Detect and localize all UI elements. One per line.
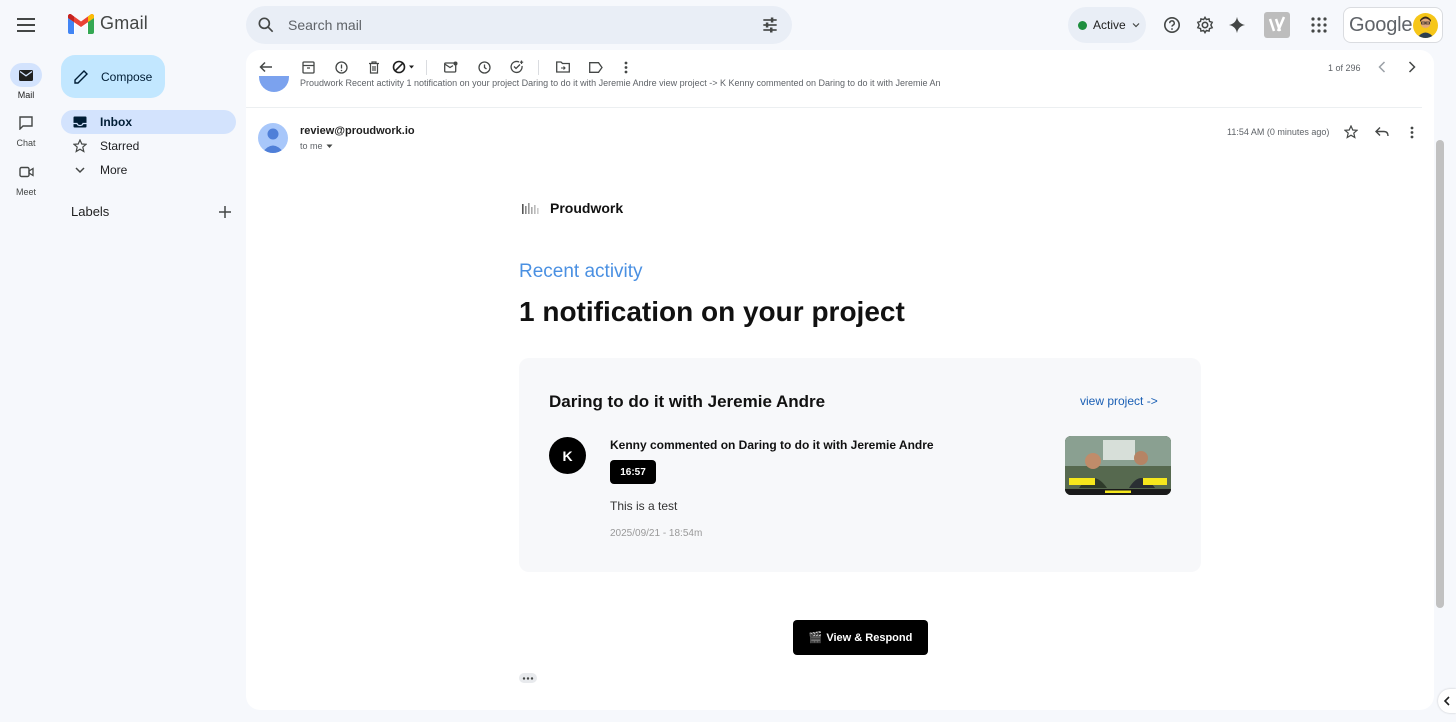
sender-email[interactable]: review@proudwork.io bbox=[300, 125, 415, 137]
sidebar-item-inbox[interactable]: Inbox bbox=[61, 110, 236, 134]
proudwork-logo-icon bbox=[522, 203, 539, 214]
archive-icon[interactable] bbox=[300, 59, 316, 75]
status-dot bbox=[1078, 20, 1087, 30]
chevron-down-icon bbox=[75, 167, 85, 174]
gmail-m-icon bbox=[68, 13, 94, 34]
status-selector[interactable]: Active bbox=[1068, 7, 1146, 43]
section-label: Recent activity bbox=[519, 261, 643, 282]
recipient-details[interactable]: to me bbox=[300, 141, 333, 151]
brand-name: Proudwork bbox=[550, 200, 624, 216]
sidebar-item-label: Inbox bbox=[100, 115, 132, 129]
search-bar bbox=[246, 6, 792, 44]
collapsed-message-avatar bbox=[259, 76, 289, 92]
chat-icon bbox=[10, 111, 42, 135]
newer-chevron-icon[interactable] bbox=[1374, 59, 1390, 75]
report-spam-icon[interactable] bbox=[333, 59, 349, 75]
star-message-icon[interactable] bbox=[1342, 123, 1360, 141]
sidebar-item-starred[interactable]: Starred bbox=[61, 134, 236, 158]
apps-grid-icon[interactable] bbox=[1307, 13, 1331, 37]
rail-item-chat[interactable]: Chat bbox=[0, 111, 52, 148]
top-bar: Gmail Active Google bbox=[0, 0, 1456, 50]
email-brand-header: Proudwork bbox=[522, 200, 623, 216]
star-icon bbox=[73, 139, 87, 153]
sidebar-item-label: More bbox=[100, 163, 128, 177]
comment-heading: Kenny commented on Daring to do it with … bbox=[610, 438, 934, 452]
labels-title: Labels bbox=[71, 204, 110, 219]
status-label: Active bbox=[1093, 18, 1126, 32]
rail-item-meet[interactable]: Meet bbox=[0, 160, 52, 197]
scrollbar[interactable] bbox=[1436, 140, 1444, 608]
video-thumbnail[interactable] bbox=[1065, 436, 1171, 495]
collapsed-message-preview[interactable]: Proudwork Recent activity 1 notification… bbox=[300, 78, 1420, 89]
main-menu-icon[interactable] bbox=[10, 9, 42, 41]
extension-logo-icon[interactable] bbox=[1263, 11, 1291, 39]
block-menu-icon[interactable] bbox=[391, 59, 417, 75]
activity-card: Daring to do it with Jeremie Andre view … bbox=[519, 358, 1201, 572]
cta-label: View & Respond bbox=[826, 631, 913, 644]
clapperboard-icon: 🎬 bbox=[808, 632, 823, 644]
show-trimmed-content-icon[interactable] bbox=[519, 673, 537, 683]
mark-unread-icon[interactable] bbox=[443, 59, 459, 75]
google-account-button[interactable]: Google bbox=[1343, 7, 1443, 43]
commenter-avatar: K bbox=[549, 437, 586, 474]
search-icon[interactable] bbox=[256, 15, 276, 35]
google-wordmark: Google bbox=[1349, 13, 1413, 36]
reply-icon[interactable] bbox=[1373, 123, 1391, 141]
help-icon[interactable] bbox=[1160, 13, 1184, 37]
gemini-sparkle-icon[interactable] bbox=[1225, 13, 1249, 37]
recipient-label: to me bbox=[300, 141, 323, 151]
compose-button[interactable]: Compose bbox=[61, 55, 165, 98]
message-view: 1 of 296 Proudwork Recent activity 1 not… bbox=[246, 50, 1434, 710]
gmail-wordmark: Gmail bbox=[100, 13, 149, 33]
message-divider bbox=[246, 107, 1422, 108]
snooze-clock-icon[interactable] bbox=[476, 59, 492, 75]
compose-label: Compose bbox=[101, 69, 153, 84]
user-avatar bbox=[1413, 13, 1438, 38]
sender-avatar[interactable] bbox=[258, 123, 288, 153]
comment-date: 2025/09/21 - 18:54m bbox=[610, 528, 703, 539]
rail-item-label: Chat bbox=[16, 138, 36, 148]
chevron-down-icon bbox=[1132, 23, 1140, 28]
move-to-folder-icon[interactable] bbox=[555, 59, 571, 75]
sidebar-item-more[interactable]: More bbox=[61, 158, 236, 182]
add-label-icon[interactable] bbox=[219, 205, 231, 218]
pagination-count: 1 of 296 bbox=[1328, 63, 1361, 73]
pencil-icon bbox=[74, 69, 88, 84]
project-title: Daring to do it with Jeremie Andre bbox=[549, 392, 826, 411]
label-tag-icon[interactable] bbox=[588, 59, 604, 75]
sidebar-item-label: Starred bbox=[100, 139, 140, 153]
view-project-link[interactable]: view project -> bbox=[1080, 394, 1158, 408]
rail-item-label: Mail bbox=[17, 90, 35, 100]
inbox-icon bbox=[73, 116, 87, 128]
email-headline: 1 notification on your project bbox=[519, 296, 905, 327]
message-more-icon[interactable] bbox=[1403, 123, 1421, 141]
search-options-icon[interactable] bbox=[760, 15, 780, 35]
rail-item-label: Meet bbox=[15, 187, 36, 197]
search-input[interactable] bbox=[288, 17, 760, 33]
older-chevron-icon[interactable] bbox=[1404, 59, 1420, 75]
settings-gear-icon[interactable] bbox=[1193, 13, 1217, 37]
delete-trash-icon[interactable] bbox=[366, 59, 382, 75]
back-arrow-icon[interactable] bbox=[258, 59, 274, 75]
labels-header: Labels bbox=[71, 204, 231, 219]
view-respond-button[interactable]: 🎬 View & Respond bbox=[793, 620, 928, 655]
mail-icon bbox=[10, 63, 42, 87]
side-panel-toggle-icon[interactable] bbox=[1438, 689, 1456, 713]
more-options-icon[interactable] bbox=[618, 59, 634, 75]
caret-down-icon bbox=[326, 144, 333, 148]
gmail-logo[interactable]: Gmail bbox=[68, 13, 148, 34]
video-timestamp-badge[interactable]: 16:57 bbox=[610, 460, 656, 484]
toolbar-divider bbox=[426, 60, 427, 75]
comment-text: This is a test bbox=[610, 499, 678, 513]
add-task-icon[interactable] bbox=[509, 59, 525, 75]
message-timestamp: 11:54 AM (0 minutes ago) bbox=[1227, 127, 1330, 137]
rail-item-mail[interactable]: Mail bbox=[0, 63, 52, 100]
toolbar-divider bbox=[538, 60, 539, 75]
meet-icon bbox=[10, 160, 42, 184]
